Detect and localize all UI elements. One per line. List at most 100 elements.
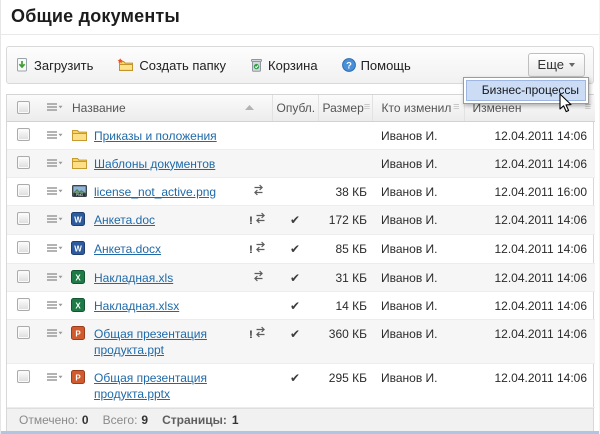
table-row: W Анкета.docx!✔85 КБИванов И.12.04.2011 1… xyxy=(7,234,595,263)
column-menu-icon[interactable]: ≡ xyxy=(364,102,370,113)
svg-text:X: X xyxy=(75,273,81,282)
row-checkbox[interactable] xyxy=(17,270,30,283)
file-link[interactable]: Анкета.docx xyxy=(94,242,161,256)
modified-date: 12.04.2011 14:06 xyxy=(464,363,595,407)
row-checkbox[interactable] xyxy=(17,298,30,311)
modified-by: Иванов И. xyxy=(372,319,464,363)
modified-by: Иванов И. xyxy=(372,234,464,263)
modified-date: 12.04.2011 14:06 xyxy=(464,205,595,234)
published-cell: ✔ xyxy=(272,234,318,263)
column-header-name[interactable]: Название xyxy=(68,95,272,121)
ppt-icon: P xyxy=(71,326,85,344)
row-menu-button[interactable] xyxy=(46,328,63,338)
documents-grid: Название Опубл. Размер xyxy=(6,94,594,433)
workflow-status-cell xyxy=(244,149,272,177)
file-size xyxy=(318,149,372,177)
folder-link[interactable]: Шаблоны документов xyxy=(94,157,215,171)
new-folder-icon xyxy=(117,58,134,72)
toolbar-button-help[interactable]: ?Помощь xyxy=(342,58,411,73)
rows-menu-button[interactable] xyxy=(46,102,63,112)
modified-by: Иванов И. xyxy=(372,291,464,319)
file-link[interactable]: Общая презентация продукта.pptx xyxy=(94,371,207,401)
table-row: PNGlicense_not_active.png38 КБИванов И.1… xyxy=(7,177,595,205)
menu-item-business-processes[interactable]: Бизнес-процессы xyxy=(466,80,586,101)
grid-footer: Отмечено: 0 Всего: 9 Страницы: 1 xyxy=(7,408,593,432)
toolbar-button-label: Загрузить xyxy=(34,58,93,73)
published-cell: ✔ xyxy=(272,291,318,319)
file-link[interactable]: Накладная.xls xyxy=(94,271,173,285)
row-menu-button[interactable] xyxy=(46,214,63,224)
workflow-status-cell: ! xyxy=(244,205,272,234)
marked-value: 0 xyxy=(82,413,89,427)
workflow-status-cell xyxy=(244,177,272,205)
modified-date: 12.04.2011 14:06 xyxy=(464,149,595,177)
toolbar-button-create-folder[interactable]: Создать папку xyxy=(117,58,226,73)
row-menu-button[interactable] xyxy=(46,158,63,168)
alert-exclamation-icon: ! xyxy=(249,329,253,341)
sort-asc-icon xyxy=(245,105,254,110)
row-checkbox[interactable] xyxy=(17,156,30,169)
row-menu-button[interactable] xyxy=(46,186,63,196)
published-check-icon: ✔ xyxy=(290,371,300,385)
column-header-published[interactable]: Опубл. xyxy=(272,95,318,121)
page-title: Общие документы xyxy=(11,6,599,27)
table-row: Шаблоны документовИванов И.12.04.2011 14… xyxy=(7,149,595,177)
file-size: 172 КБ xyxy=(318,205,372,234)
row-checkbox[interactable] xyxy=(17,370,30,383)
more-button[interactable]: Еще xyxy=(528,53,585,77)
workflow-sync-icon xyxy=(252,271,265,285)
row-menu-button[interactable] xyxy=(46,300,63,310)
workflow-status-cell: ! xyxy=(244,234,272,263)
svg-text:X: X xyxy=(75,301,81,310)
total-value: 9 xyxy=(141,413,148,427)
folder-icon xyxy=(71,156,88,174)
column-header-size[interactable]: Размер ≡ xyxy=(318,95,372,121)
png-icon: PNG xyxy=(71,184,88,202)
published-check-icon: ✔ xyxy=(290,213,300,227)
modified-date: 12.04.2011 14:06 xyxy=(464,234,595,263)
row-checkbox[interactable] xyxy=(17,128,30,141)
row-menu-button[interactable] xyxy=(46,130,63,140)
select-all-header xyxy=(7,95,40,121)
published-cell: ✔ xyxy=(272,319,318,363)
svg-text:?: ? xyxy=(346,60,352,71)
modified-date: 12.04.2011 16:00 xyxy=(464,177,595,205)
row-menu-button[interactable] xyxy=(46,272,63,282)
modified-by: Иванов И. xyxy=(372,177,464,205)
row-checkbox[interactable] xyxy=(17,326,30,339)
published-cell: ✔ xyxy=(272,263,318,291)
table-row: PОбщая презентация продукта.pptx✔295 КБИ… xyxy=(7,363,595,407)
more-dropdown-menu: Бизнес-процессы xyxy=(463,77,589,104)
modified-date: 12.04.2011 14:06 xyxy=(464,319,595,363)
folder-icon xyxy=(71,128,88,146)
toolbar-button-label: Создать папку xyxy=(139,58,226,73)
row-menu-button[interactable] xyxy=(46,372,63,382)
workflow-sync-icon xyxy=(254,242,267,256)
file-link[interactable]: Анкета.doc xyxy=(94,213,155,227)
row-checkbox[interactable] xyxy=(17,241,30,254)
workflow-status-cell xyxy=(244,291,272,319)
column-header-modified-by[interactable]: Кто изменил ≡ xyxy=(372,95,464,121)
published-check-icon: ✔ xyxy=(290,271,300,285)
column-menu-icon[interactable]: ≡ xyxy=(453,102,459,113)
file-link[interactable]: license_not_active.png xyxy=(94,185,216,199)
workflow-sync-icon xyxy=(252,185,265,199)
published-cell xyxy=(272,177,318,205)
row-checkbox[interactable] xyxy=(17,184,30,197)
file-size: 85 КБ xyxy=(318,234,372,263)
row-menu-button[interactable] xyxy=(46,243,63,253)
toolbar-button-label: Корзина xyxy=(268,58,318,73)
rows-menu-header xyxy=(40,95,68,121)
toolbar-button-trash[interactable]: Корзина xyxy=(250,58,318,73)
file-link[interactable]: Общая презентация продукта.ppt xyxy=(94,327,207,357)
select-all-checkbox[interactable] xyxy=(17,101,30,114)
doc-icon: W xyxy=(71,241,85,259)
toolbar-button-upload[interactable]: Загрузить xyxy=(15,58,93,73)
modified-by: Иванов И. xyxy=(372,121,464,149)
folder-link[interactable]: Приказы и положения xyxy=(94,129,217,143)
marked-label: Отмечено: xyxy=(19,413,78,427)
file-size: 295 КБ xyxy=(318,363,372,407)
file-link[interactable]: Накладная.xlsx xyxy=(94,299,179,313)
column-size-label: Размер xyxy=(323,101,364,115)
row-checkbox[interactable] xyxy=(17,212,30,225)
